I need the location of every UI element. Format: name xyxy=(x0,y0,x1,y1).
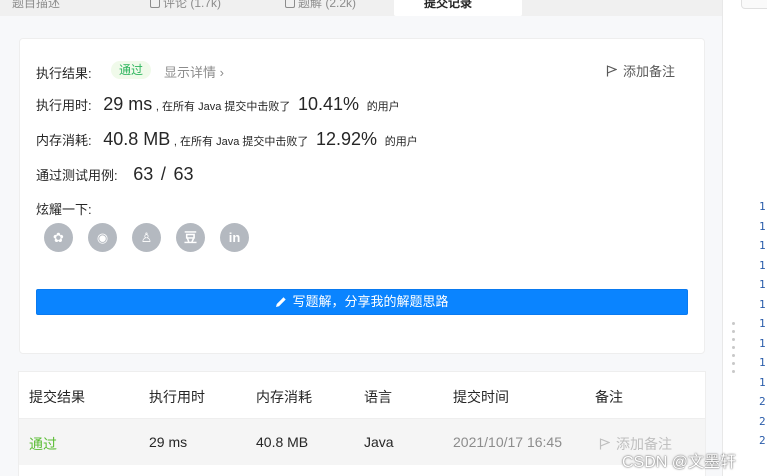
share-wechat-button[interactable]: ✿ xyxy=(44,223,73,252)
row-language: Java xyxy=(364,434,394,450)
runtime-value: 29 ms xyxy=(103,94,153,114)
line-number: 1 xyxy=(759,200,766,213)
editor-toolbar-button[interactable] xyxy=(741,0,767,9)
runtime-row: 执行用时: 29 ms , 在所有 Java 提交中击败了 10.41% 的用户 xyxy=(36,94,400,115)
add-note-label: 添加备注 xyxy=(623,64,676,79)
testcases-separator: / xyxy=(160,164,166,184)
tab-comments[interactable]: 评论 (1.7k) xyxy=(150,0,260,16)
code-editor-panel[interactable]: 1 1 1 1 1 1 1 1 1 1 2 2 2 xyxy=(722,0,767,476)
testcases-passed: 63 xyxy=(133,164,154,184)
header-note: 备注 xyxy=(595,389,623,405)
line-number: 1 xyxy=(759,375,766,389)
qq-icon: ♙ xyxy=(140,230,153,245)
share-label: 炫耀一下: xyxy=(36,202,92,217)
tab-description[interactable]: 题目描述 xyxy=(12,0,112,16)
memory-value: 40.8 MB xyxy=(103,129,171,149)
line-number: 1 xyxy=(759,219,766,233)
share-douban-button[interactable]: 豆 xyxy=(176,223,205,252)
runtime-suffix: 的用户 xyxy=(366,101,400,113)
table-row[interactable]: 通过 29 ms 40.8 MB Java 2021/10/17 16:45 添… xyxy=(19,418,705,465)
linkedin-icon: in xyxy=(228,230,241,245)
line-number: 2 xyxy=(759,395,766,408)
line-number: 1 xyxy=(759,356,766,369)
line-number: 1 xyxy=(759,317,766,330)
line-number: 1 xyxy=(759,239,766,252)
comment-icon xyxy=(150,0,160,8)
memory-row: 内存消耗: 40.8 MB , 在所有 Java 提交中击败了 12.92% 的… xyxy=(36,129,418,150)
header-status: 提交结果 xyxy=(29,389,85,405)
result-card: 执行结果: 通过 显示详情 › 添加备注 执行用时: 29 ms , 在所有 J… xyxy=(19,38,705,354)
solution-icon xyxy=(285,0,295,8)
result-label: 执行结果: xyxy=(36,66,92,81)
status-badge: 通过 xyxy=(111,61,152,79)
tab-comments-label: 评论 (1.7k) xyxy=(163,0,222,10)
line-number-gutter: 1 1 1 1 1 1 1 1 1 1 2 2 2 xyxy=(759,197,767,451)
tab-submissions[interactable]: 提交记录 xyxy=(394,0,522,16)
write-solution-button[interactable]: 写题解，分享我的解题思路 xyxy=(36,289,688,315)
share-linkedin-button[interactable]: in xyxy=(220,223,249,252)
add-note-button[interactable]: 添加备注 xyxy=(606,61,675,80)
row-time: 2021/10/17 16:45 xyxy=(453,434,562,450)
show-details-label: 显示详情 xyxy=(164,65,217,80)
share-weibo-button[interactable]: ◉ xyxy=(88,223,117,252)
memory-label: 内存消耗: xyxy=(36,133,92,148)
line-number: 1 xyxy=(759,258,766,272)
memory-percent: 12.92% xyxy=(316,129,378,149)
tab-solutions[interactable]: 题解 (2.2k) xyxy=(285,0,385,16)
runtime-label: 执行用时: xyxy=(36,98,92,113)
memory-middle-text: , 在所有 Java 提交中击败了 xyxy=(173,136,309,148)
row-memory: 40.8 MB xyxy=(256,434,309,450)
pencil-icon xyxy=(276,297,287,307)
wechat-icon: ✿ xyxy=(53,230,64,245)
memory-suffix: 的用户 xyxy=(384,136,418,148)
testcases-total: 63 xyxy=(173,164,194,184)
line-number: 1 xyxy=(759,336,766,350)
testcases-row: 通过测试用例: 63 / 63 xyxy=(36,164,194,185)
douban-icon: 豆 xyxy=(183,230,197,245)
flag-icon xyxy=(606,65,617,77)
show-details-link[interactable]: 显示详情 › xyxy=(164,62,224,81)
tab-solutions-label: 题解 (2.2k) xyxy=(298,0,357,10)
line-number: 2 xyxy=(759,414,766,428)
tab-description-label: 题目描述 xyxy=(12,0,61,10)
runtime-middle-text: , 在所有 Java 提交中击败了 xyxy=(155,101,291,113)
header-memory: 内存消耗 xyxy=(256,389,312,405)
tab-submissions-label: 提交记录 xyxy=(424,0,473,10)
testcases-label: 通过测试用例: xyxy=(36,168,118,183)
tab-bar: 题目描述 评论 (1.7k) 题解 (2.2k) 提交记录 xyxy=(0,0,722,16)
runtime-percent: 10.41% xyxy=(298,94,360,114)
line-number: 2 xyxy=(759,434,766,447)
header-time: 提交时间 xyxy=(453,389,509,405)
weibo-icon: ◉ xyxy=(96,230,109,245)
submissions-table: 提交结果 执行用时 内存消耗 语言 提交时间 备注 通过 29 ms 40.8 … xyxy=(18,371,706,476)
watermark: CSDN @文墨轩 xyxy=(622,454,737,471)
header-language: 语言 xyxy=(364,389,392,405)
chevron-right-icon: › xyxy=(219,65,224,80)
panel-resize-handle[interactable] xyxy=(732,322,736,378)
line-number: 1 xyxy=(759,278,766,291)
row-runtime: 29 ms xyxy=(149,434,188,450)
flag-icon xyxy=(599,438,610,450)
write-solution-label: 写题解，分享我的解题思路 xyxy=(292,294,449,309)
header-runtime: 执行用时 xyxy=(149,389,205,405)
share-qq-button[interactable]: ♙ xyxy=(132,223,161,252)
row-status-link[interactable]: 通过 xyxy=(29,434,57,454)
line-number: 1 xyxy=(759,297,766,311)
